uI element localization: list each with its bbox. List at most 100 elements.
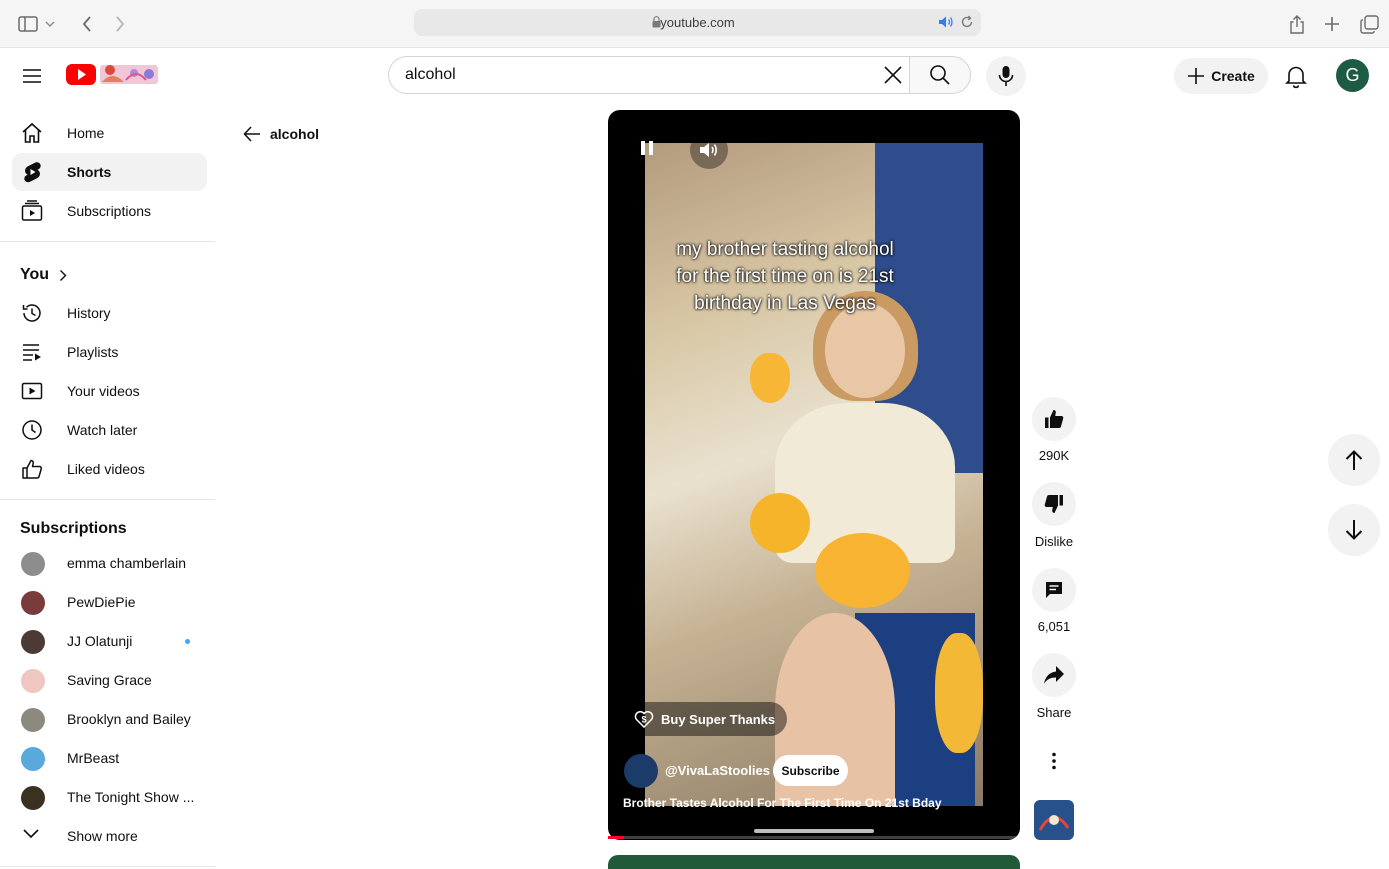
arrow-left-icon bbox=[242, 124, 262, 144]
more-options-icon[interactable] bbox=[1034, 741, 1074, 781]
sidebar-item-watch-later[interactable]: Watch later bbox=[12, 411, 207, 449]
plus-icon bbox=[1187, 67, 1205, 85]
subscription-label: PewDiePie bbox=[67, 594, 136, 610]
menu-icon[interactable] bbox=[20, 64, 44, 88]
share-icon[interactable] bbox=[1285, 12, 1309, 36]
youtube-logo[interactable] bbox=[66, 60, 160, 88]
back-to-search[interactable]: alcohol bbox=[242, 124, 319, 144]
you-section-title[interactable]: You bbox=[20, 266, 67, 284]
forward-icon[interactable] bbox=[108, 12, 132, 36]
pause-icon[interactable] bbox=[633, 134, 661, 162]
progress-bar[interactable] bbox=[608, 836, 1020, 839]
sidebar-item-label: Home bbox=[67, 125, 105, 141]
sidebar-item-home[interactable]: Home bbox=[12, 114, 207, 152]
dislike-button[interactable] bbox=[1032, 482, 1076, 526]
clear-search-icon[interactable] bbox=[880, 62, 906, 88]
video-scene bbox=[750, 353, 790, 403]
sidebar-item-your-videos[interactable]: Your videos bbox=[12, 372, 207, 410]
sidebar-item-history[interactable]: History bbox=[12, 294, 207, 332]
create-label: Create bbox=[1211, 68, 1255, 84]
channel-avatar bbox=[21, 669, 45, 693]
next-short-button[interactable] bbox=[1328, 504, 1380, 556]
sidebar-item-label: Your videos bbox=[67, 383, 140, 399]
create-button[interactable]: Create bbox=[1174, 58, 1268, 94]
sidebar-item-playlists[interactable]: Playlists bbox=[12, 333, 207, 371]
subscriptions-section-title: Subscriptions bbox=[20, 520, 127, 537]
dislike-label: Dislike bbox=[1034, 534, 1074, 549]
video-scene bbox=[935, 633, 983, 753]
address-bar[interactable]: youtube.com bbox=[414, 9, 981, 36]
new-tab-icon[interactable] bbox=[1320, 12, 1344, 36]
subscribe-button[interactable]: Subscribe bbox=[773, 755, 848, 786]
share-button[interactable] bbox=[1032, 653, 1076, 697]
voice-search-button[interactable] bbox=[986, 56, 1026, 96]
like-button[interactable] bbox=[1032, 397, 1076, 441]
new-content-dot bbox=[185, 639, 190, 644]
youtube-header: Create G bbox=[0, 48, 1389, 104]
caption-line: birthday in Las Vegas bbox=[694, 293, 876, 314]
comment-count: 6,051 bbox=[1037, 619, 1071, 634]
video-scene bbox=[815, 533, 910, 608]
tab-overview-icon[interactable] bbox=[1357, 12, 1381, 36]
speaker-icon[interactable] bbox=[938, 15, 954, 29]
sidebar-item-liked-videos[interactable]: Liked videos bbox=[12, 450, 207, 488]
drag-handle[interactable] bbox=[754, 829, 874, 833]
video-title[interactable]: Brother Tastes Alcohol For The First Tim… bbox=[623, 796, 942, 810]
liked-videos-icon bbox=[21, 458, 43, 480]
subscriptions-icon bbox=[21, 200, 43, 222]
notifications-icon[interactable] bbox=[1282, 62, 1310, 90]
subscription-item[interactable]: The Tonight Show ... bbox=[12, 778, 207, 816]
video-caption: my brother tasting alcohol for the first… bbox=[635, 236, 935, 317]
volume-icon[interactable] bbox=[690, 131, 728, 169]
sidebar-item-subscriptions[interactable]: Subscriptions bbox=[12, 192, 207, 230]
playlists-icon bbox=[21, 341, 43, 363]
home-icon bbox=[21, 122, 43, 144]
sidebar-item-label: Watch later bbox=[67, 422, 138, 438]
subscription-label: The Tonight Show ... bbox=[67, 789, 195, 805]
divider bbox=[0, 866, 215, 867]
video-scene bbox=[750, 493, 810, 553]
channel-avatar bbox=[21, 552, 45, 576]
chevron-down-icon[interactable] bbox=[42, 12, 58, 36]
arrow-up-icon bbox=[1344, 449, 1364, 471]
channel-name[interactable]: @VivaLaStoolies bbox=[665, 763, 770, 778]
search-icon bbox=[929, 64, 951, 86]
previous-short-button[interactable] bbox=[1328, 434, 1380, 486]
channel-avatar bbox=[21, 786, 45, 810]
thumbs-up-icon bbox=[1043, 408, 1065, 430]
comments-button[interactable] bbox=[1032, 568, 1076, 612]
channel-avatar bbox=[21, 708, 45, 732]
progress-fill bbox=[608, 836, 625, 839]
subscription-item[interactable]: PewDiePie bbox=[12, 583, 207, 621]
super-thanks-button[interactable]: $ Buy Super Thanks bbox=[624, 702, 787, 736]
subscription-item[interactable]: emma chamberlain bbox=[12, 544, 207, 582]
sound-thumbnail[interactable] bbox=[1034, 800, 1074, 840]
sidebar: Home Shorts Subscriptions You History Pl… bbox=[0, 112, 215, 869]
search-button[interactable] bbox=[909, 56, 971, 94]
account-avatar[interactable]: G bbox=[1336, 59, 1369, 92]
subscription-item[interactable]: JJ Olatunji bbox=[12, 622, 207, 660]
sidebar-toggle-icon[interactable] bbox=[16, 12, 40, 36]
shorts-icon bbox=[21, 161, 43, 183]
search-input[interactable] bbox=[405, 66, 865, 84]
subscription-item[interactable]: Brooklyn and Bailey bbox=[12, 700, 207, 738]
reload-icon[interactable] bbox=[960, 15, 974, 29]
back-icon[interactable] bbox=[75, 12, 99, 36]
chevron-right-icon bbox=[59, 269, 67, 282]
sidebar-item-shorts[interactable]: Shorts bbox=[12, 153, 207, 191]
subscription-item[interactable]: Saving Grace bbox=[12, 661, 207, 699]
channel-avatar[interactable] bbox=[624, 754, 658, 788]
channel-avatar bbox=[21, 747, 45, 771]
thumbs-down-icon bbox=[1043, 493, 1065, 515]
share-arrow-icon bbox=[1043, 665, 1065, 685]
next-short-preview[interactable] bbox=[608, 855, 1020, 869]
you-label: You bbox=[20, 266, 50, 283]
url-text: youtube.com bbox=[660, 15, 735, 30]
history-icon bbox=[21, 302, 43, 324]
show-more-button[interactable]: Show more bbox=[12, 817, 207, 855]
divider bbox=[0, 241, 215, 242]
search-box[interactable] bbox=[388, 56, 910, 94]
sidebar-item-label: Subscriptions bbox=[67, 203, 152, 219]
comment-icon bbox=[1044, 580, 1064, 600]
subscription-item[interactable]: MrBeast bbox=[12, 739, 207, 777]
